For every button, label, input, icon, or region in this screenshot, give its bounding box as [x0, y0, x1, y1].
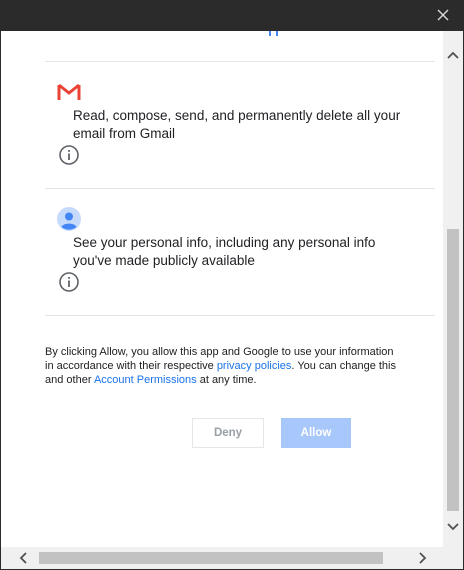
account-permissions-link[interactable]: Account Permissions [94, 374, 197, 386]
permission-text-profile: See your personal info, including any pe… [73, 235, 376, 268]
horizontal-scroll-thumb[interactable] [39, 552, 383, 564]
close-icon[interactable] [434, 6, 452, 24]
consent-disclaimer: By clicking Allow, you allow this app an… [45, 345, 405, 387]
scroll-down-icon[interactable] [446, 519, 460, 533]
divider [45, 315, 435, 316]
scroll-right-icon[interactable] [415, 551, 429, 565]
disclaimer-text: at any time. [196, 374, 257, 386]
scroll-up-icon[interactable] [446, 49, 460, 63]
gmail-icon [57, 83, 81, 100]
cropped-logo-fragment [269, 31, 278, 36]
account-icon [57, 207, 81, 231]
window-titlebar [0, 0, 464, 31]
vertical-scroll-thumb[interactable] [447, 229, 459, 511]
deny-button[interactable]: Deny [192, 418, 264, 448]
scrollbar-corner [443, 547, 463, 569]
consent-content: Read, compose, send, and permanently del… [1, 31, 443, 547]
scroll-left-icon[interactable] [17, 551, 31, 565]
info-icon[interactable] [58, 144, 80, 166]
divider [45, 188, 435, 189]
allow-button[interactable]: Allow [281, 418, 351, 448]
permission-text-gmail: Read, compose, send, and permanently del… [73, 108, 401, 141]
info-icon[interactable] [58, 271, 80, 293]
horizontal-scrollbar[interactable] [1, 547, 443, 569]
consent-window: Read, compose, send, and permanently del… [1, 31, 463, 569]
divider [45, 61, 435, 62]
privacy-policies-link[interactable]: privacy policies [217, 360, 292, 372]
vertical-scrollbar[interactable] [443, 31, 463, 547]
